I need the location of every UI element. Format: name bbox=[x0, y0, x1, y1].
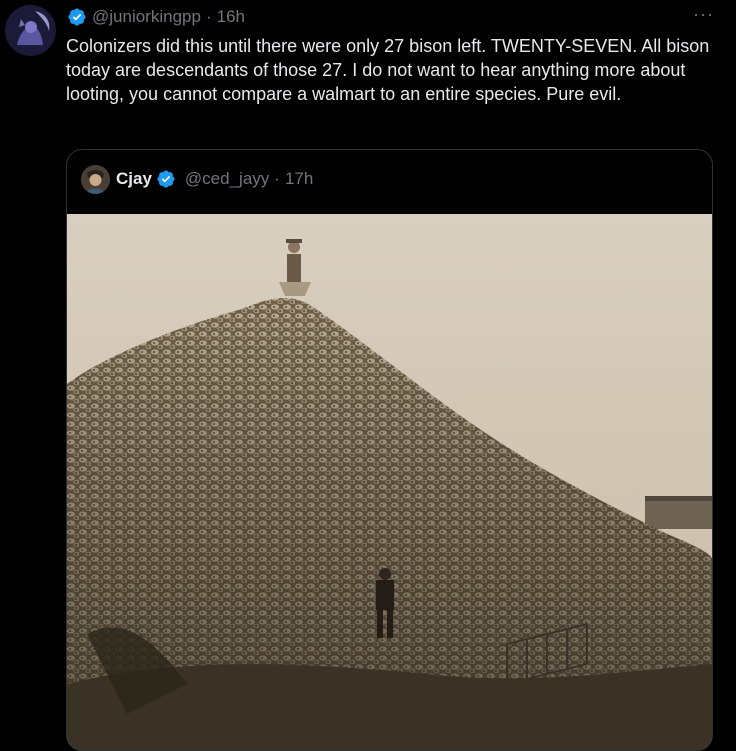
header-separator: · bbox=[205, 7, 212, 26]
tweet-text: Colonizers did this until there were onl… bbox=[66, 36, 710, 104]
more-icon: ··· bbox=[693, 4, 714, 24]
quoted-author-handle[interactable]: @ced_jayy bbox=[185, 169, 269, 189]
quoted-author-name[interactable]: Cjay bbox=[116, 169, 152, 189]
tweet-header: @juniorkingpp · 16h bbox=[67, 5, 245, 29]
tweet-timestamp[interactable]: 16h bbox=[217, 7, 245, 27]
quoted-author-avatar-image bbox=[81, 164, 110, 194]
more-options-button[interactable]: ··· bbox=[693, 4, 714, 25]
bison-skull-pile-photo bbox=[67, 214, 712, 750]
quoted-tweet-photo[interactable] bbox=[67, 214, 712, 750]
verified-badge-icon bbox=[67, 7, 87, 27]
quoted-header-separator: · bbox=[274, 169, 280, 188]
author-handle[interactable]: @juniorkingpp bbox=[92, 7, 201, 27]
author-avatar[interactable] bbox=[5, 5, 56, 56]
quoted-tweet-card[interactable]: Cjay @ced_jayy · 17h bbox=[66, 149, 713, 751]
quoted-tweet-timestamp[interactable]: 17h bbox=[285, 169, 313, 189]
quoted-author-avatar[interactable] bbox=[81, 164, 110, 194]
quoted-tweet-header: Cjay @ced_jayy · 17h bbox=[81, 164, 313, 194]
author-avatar-image bbox=[5, 5, 56, 56]
quoted-verified-badge-icon bbox=[156, 169, 176, 189]
